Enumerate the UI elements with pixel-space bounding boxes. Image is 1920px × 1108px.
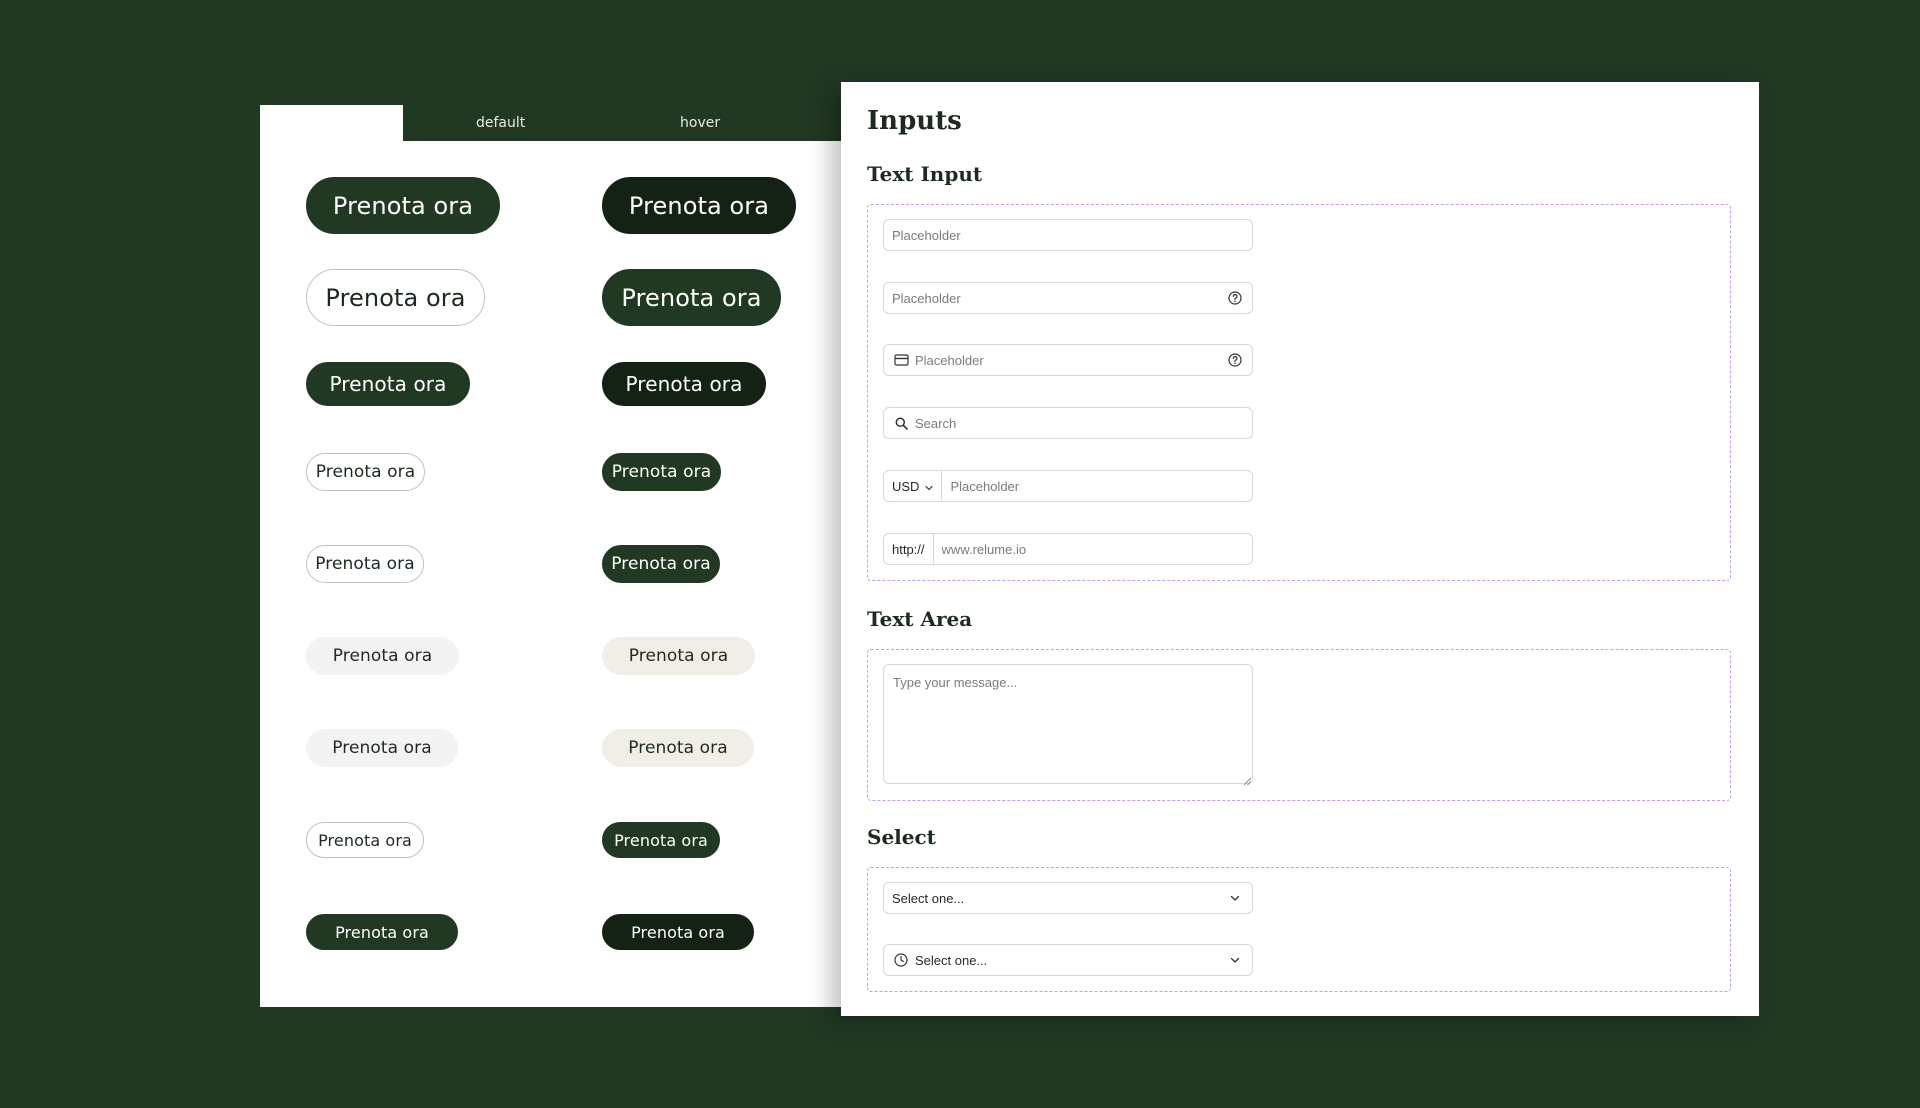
inputs-title: Inputs: [867, 106, 962, 136]
ghost-sm-button-default[interactable]: Prenota ora: [306, 822, 424, 858]
text-input-group: USD http://: [867, 204, 1731, 581]
text-input-help[interactable]: [884, 283, 1227, 313]
text-area-group: [867, 649, 1731, 801]
currency-input-field[interactable]: USD: [883, 470, 1253, 502]
tertiary-sm-button-hover[interactable]: Prenota ora: [602, 729, 754, 767]
search-field[interactable]: [883, 407, 1253, 439]
message-textarea[interactable]: [883, 664, 1253, 784]
card-input-field[interactable]: [883, 344, 1253, 376]
secondary-xl-button-hover[interactable]: Prenota ora: [602, 269, 781, 326]
credit-card-icon: [893, 352, 909, 368]
primary-xl-button-hover[interactable]: Prenota ora: [602, 177, 796, 234]
ghost-sm-button-hover[interactable]: Prenota ora: [602, 822, 720, 858]
select-value: Select one...: [915, 952, 988, 968]
chevron-down-icon: [1227, 952, 1243, 968]
secondary-xl-button-default[interactable]: Prenota ora: [306, 269, 485, 326]
url-input[interactable]: [933, 534, 1252, 564]
primary-lg-button-hover[interactable]: Prenota ora: [602, 362, 766, 406]
select-group: Select one... Select one...: [867, 867, 1731, 992]
url-prefix: http://: [884, 534, 934, 564]
chevron-down-icon: [1227, 890, 1243, 906]
text-area-heading: Text Area: [867, 607, 973, 631]
currency-label: USD: [892, 478, 920, 494]
column-header-default: default: [476, 115, 526, 131]
column-header-hover: hover: [680, 115, 721, 131]
tertiary-md-button-hover[interactable]: Prenota ora: [602, 637, 755, 675]
primary-lg-button-default[interactable]: Prenota ora: [306, 362, 470, 406]
inputs-panel: Inputs Text Input Placeholder Placeholde…: [841, 82, 1759, 1016]
tertiary-md-button-default[interactable]: Prenota ora: [306, 637, 459, 675]
help-circle-icon[interactable]: [1227, 290, 1243, 306]
secondary-sm-button-hover[interactable]: Prenota ora: [602, 545, 720, 583]
text-input[interactable]: [884, 220, 1252, 250]
primary-sm-button-hover[interactable]: Prenota ora: [602, 914, 754, 950]
text-input-field[interactable]: [883, 219, 1253, 251]
search-input[interactable]: [909, 408, 1252, 438]
chevron-down-icon: [925, 479, 934, 494]
secondary-sm-button-default[interactable]: Prenota ora: [306, 545, 424, 583]
url-input-field[interactable]: http://: [883, 533, 1253, 565]
text-input-heading: Text Input: [867, 162, 983, 186]
resize-grip-icon[interactable]: [1242, 773, 1252, 786]
primary-xl-button-default[interactable]: Prenota ora: [306, 177, 500, 234]
text-input-help-field[interactable]: [883, 282, 1253, 314]
currency-input[interactable]: [942, 471, 1252, 501]
help-circle-icon[interactable]: [1227, 352, 1243, 368]
tertiary-sm-button-default[interactable]: Prenota ora: [306, 729, 458, 767]
search-icon: [893, 415, 909, 431]
select-heading: Select: [867, 825, 936, 849]
column-header: default hover: [403, 105, 850, 141]
primary-sm-button-default[interactable]: Prenota ora: [306, 914, 458, 950]
currency-select[interactable]: USD: [884, 471, 943, 501]
secondary-md-button-hover[interactable]: Prenota ora: [602, 453, 721, 491]
clock-icon: [893, 952, 909, 968]
card-input[interactable]: [909, 345, 1227, 375]
buttons-panel: default hover Prenota ora Prenota ora Pr…: [260, 105, 850, 1007]
select-dropdown-with-icon[interactable]: Select one...: [883, 944, 1253, 976]
select-dropdown[interactable]: Select one...: [883, 882, 1253, 914]
secondary-md-button-default[interactable]: Prenota ora: [306, 453, 425, 491]
select-value: Select one...: [892, 890, 965, 906]
